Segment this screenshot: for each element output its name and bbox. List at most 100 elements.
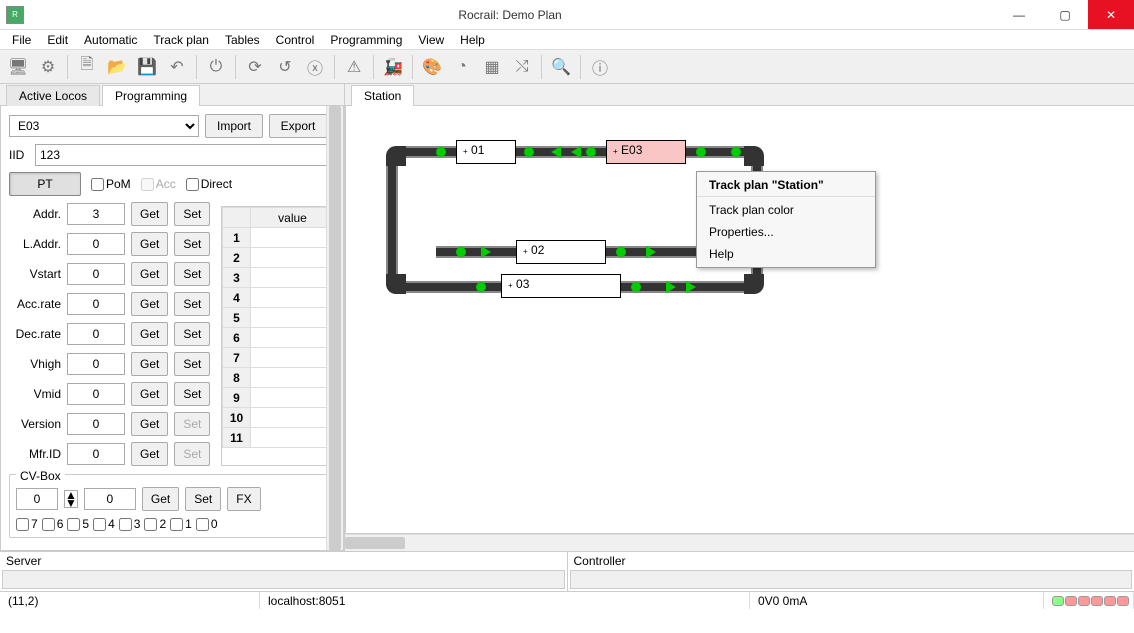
grid-cell[interactable] xyxy=(251,348,335,368)
grid-cell[interactable] xyxy=(251,308,335,328)
cv-input-Mfr.ID[interactable] xyxy=(67,443,125,465)
gauge-icon[interactable]: ◔ xyxy=(448,53,476,81)
cvbit-4[interactable]: 4 xyxy=(93,517,115,531)
refresh-icon[interactable]: ⟳ xyxy=(241,53,269,81)
spin-down[interactable]: ▼ xyxy=(65,499,77,507)
menu-file[interactable]: File xyxy=(4,31,39,49)
grid-cell[interactable] xyxy=(251,388,335,408)
tab-programming[interactable]: Programming xyxy=(102,85,200,106)
block-e03[interactable]: + E03 xyxy=(606,140,686,164)
tab-station[interactable]: Station xyxy=(351,85,414,106)
cv-input-Dec.rate[interactable] xyxy=(67,323,125,345)
cv-set-3[interactable]: Set xyxy=(174,292,210,316)
menu-tables[interactable]: Tables xyxy=(217,31,268,49)
canvas-hscroll[interactable] xyxy=(345,534,1134,551)
menu-view[interactable]: View xyxy=(410,31,452,49)
cv-get-0[interactable]: Get xyxy=(131,202,168,226)
palette-icon[interactable]: 🎨 xyxy=(418,53,446,81)
minimize-button[interactable]: — xyxy=(996,0,1042,29)
ctx-trackplan-color[interactable]: Track plan color xyxy=(697,199,875,221)
cv-get-3[interactable]: Get xyxy=(131,292,168,316)
loco-select[interactable]: E03 xyxy=(9,115,199,137)
cv-get-2[interactable]: Get xyxy=(131,262,168,286)
cycle-icon[interactable]: ↺ xyxy=(271,53,299,81)
grid-cell[interactable] xyxy=(251,248,335,268)
monitor-icon[interactable]: 🖥 xyxy=(4,53,32,81)
cv-set-2[interactable]: Set xyxy=(174,262,210,286)
cv-get-8[interactable]: Get xyxy=(131,442,168,466)
stop-icon[interactable]: ⓧ xyxy=(301,53,329,81)
tab-active-locos[interactable]: Active Locos xyxy=(6,85,100,106)
cvbox-get[interactable]: Get xyxy=(142,487,179,511)
cvbit-6[interactable]: 6 xyxy=(42,517,64,531)
new-icon[interactable]: 🗎 xyxy=(73,53,101,81)
cv-get-6[interactable]: Get xyxy=(131,382,168,406)
cv-set-1[interactable]: Set xyxy=(174,232,210,256)
cv-input-Version[interactable] xyxy=(67,413,125,435)
gear-icon[interactable]: ⚙ xyxy=(34,53,62,81)
close-button[interactable]: ✕ xyxy=(1088,0,1134,29)
grid-cell[interactable] xyxy=(251,228,335,248)
cv-get-4[interactable]: Get xyxy=(131,322,168,346)
block-01[interactable]: + 01 xyxy=(456,140,516,164)
ctx-help[interactable]: Help xyxy=(697,243,875,265)
cvbox-input-b[interactable] xyxy=(84,488,136,510)
server-log[interactable] xyxy=(2,570,565,589)
cv-set-5[interactable]: Set xyxy=(174,352,210,376)
cv-get-7[interactable]: Get xyxy=(131,412,168,436)
block-03[interactable]: + 03 xyxy=(501,274,621,298)
shuffle-icon[interactable]: ⤭ xyxy=(508,53,536,81)
cv-set-0[interactable]: Set xyxy=(174,202,210,226)
value-grid[interactable]: value 1234567891011 xyxy=(221,206,336,466)
maximize-button[interactable]: ▢ xyxy=(1042,0,1088,29)
cv-input-Addr.[interactable] xyxy=(67,203,125,225)
controller-log[interactable] xyxy=(570,570,1133,589)
cvbit-5[interactable]: 5 xyxy=(67,517,89,531)
menu-control[interactable]: Control xyxy=(268,31,323,49)
undo-icon[interactable]: ↶ xyxy=(163,53,191,81)
cvbit-7[interactable]: 7 xyxy=(16,517,38,531)
cv-get-5[interactable]: Get xyxy=(131,352,168,376)
menu-edit[interactable]: Edit xyxy=(39,31,76,49)
search-icon[interactable]: 🔍 xyxy=(547,53,575,81)
cvbox-set[interactable]: Set xyxy=(185,487,221,511)
grid-cell[interactable] xyxy=(251,408,335,428)
cvbit-0[interactable]: 0 xyxy=(196,517,218,531)
cvbit-1[interactable]: 1 xyxy=(170,517,192,531)
loco-icon[interactable]: 🚂 xyxy=(379,53,407,81)
warning-icon[interactable]: ⚠ xyxy=(340,53,368,81)
import-button[interactable]: Import xyxy=(205,114,263,138)
grid-cell[interactable] xyxy=(251,368,335,388)
left-scrollbar[interactable] xyxy=(326,106,343,550)
iid-input[interactable] xyxy=(35,144,335,166)
track-canvas[interactable]: + 01 + E03 + 02 + 03 xyxy=(345,106,1134,534)
cv-get-1[interactable]: Get xyxy=(131,232,168,256)
menu-trackplan[interactable]: Track plan xyxy=(145,31,217,49)
cv-set-4[interactable]: Set xyxy=(174,322,210,346)
grid-cell[interactable] xyxy=(251,268,335,288)
grid-cell[interactable] xyxy=(251,328,335,348)
cvbit-3[interactable]: 3 xyxy=(119,517,141,531)
grid-icon[interactable]: ▦ xyxy=(478,53,506,81)
cv-set-6[interactable]: Set xyxy=(174,382,210,406)
grid-cell[interactable] xyxy=(251,288,335,308)
export-button[interactable]: Export xyxy=(269,114,327,138)
pt-button[interactable]: PT xyxy=(9,172,81,196)
grid-cell[interactable] xyxy=(251,428,335,448)
menu-help[interactable]: Help xyxy=(452,31,493,49)
menu-programming[interactable]: Programming xyxy=(322,31,410,49)
direct-checkbox[interactable]: Direct xyxy=(186,177,232,191)
open-icon[interactable]: 📂 xyxy=(103,53,131,81)
cv-input-L.Addr.[interactable] xyxy=(67,233,125,255)
cv-input-Vmid[interactable] xyxy=(67,383,125,405)
cvbox-input-a[interactable] xyxy=(16,488,58,510)
ctx-properties[interactable]: Properties... xyxy=(697,221,875,243)
pom-checkbox[interactable]: PoM xyxy=(91,177,131,191)
block-02[interactable]: + 02 xyxy=(516,240,606,264)
info-icon[interactable]: ⓘ xyxy=(586,53,614,81)
power-icon[interactable]: ⏻ xyxy=(202,53,230,81)
save-icon[interactable]: 💾 xyxy=(133,53,161,81)
cvbit-2[interactable]: 2 xyxy=(144,517,166,531)
cv-input-Vstart[interactable] xyxy=(67,263,125,285)
menu-automatic[interactable]: Automatic xyxy=(76,31,145,49)
